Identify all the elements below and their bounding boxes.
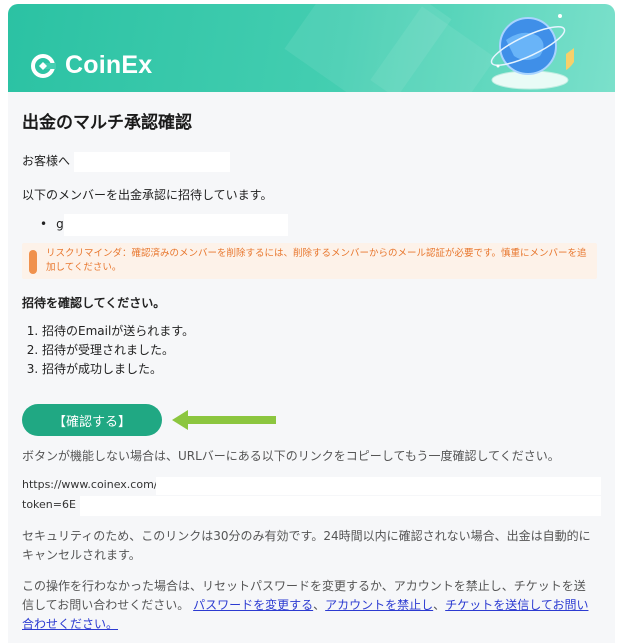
step-item: 招待が受理されました。 xyxy=(42,341,194,360)
steps-list: 招待のEmailが送られます。 招待が受理されました。 招待が成功しました。 xyxy=(22,322,194,379)
confirm-prompt: 招待を確認してください。 xyxy=(22,296,166,310)
footer-separator: 、 xyxy=(433,598,446,612)
fallback-text: ボタンが機能しない場合は、URLバーにある以下のリンクをコピーしてもう一度確認し… xyxy=(22,449,560,463)
warning-bar-icon xyxy=(29,250,37,274)
redacted-link-2 xyxy=(80,496,601,516)
greeting: お客様へ xyxy=(22,154,71,168)
change-password-link[interactable]: パスワードを変更する xyxy=(193,598,313,612)
arrow-left-icon xyxy=(172,410,276,430)
globe-illustration-icon xyxy=(490,14,574,90)
footer-separator: 、 xyxy=(313,598,326,612)
redacted-link-1 xyxy=(156,477,601,495)
page-title: 出金のマルチ承認確認 xyxy=(22,113,192,133)
step-item: 招待のEmailが送られます。 xyxy=(42,322,194,341)
redacted-member xyxy=(64,214,288,236)
footer-text: この操作を行わなかった場合は、リセットパスワードを変更するか、アカウントを禁止し… xyxy=(22,577,597,634)
security-text: セキュリティのため、このリンクは30分のみ有効です。24時間以内に確認されない場… xyxy=(22,529,591,562)
redacted-name xyxy=(74,152,230,172)
header-banner: CoinEx xyxy=(8,4,615,92)
confirm-button[interactable]: 【確認する】 xyxy=(22,404,162,436)
step-item: 招待が成功しました。 xyxy=(42,360,194,379)
member-item: g xyxy=(40,217,64,231)
invite-intro: 以下のメンバーを出金承認に招待しています。 xyxy=(22,188,273,202)
risk-reminder: リスクリマインダ：確認済みのメンバーを削除するには、削除するメンバーからのメール… xyxy=(22,243,597,279)
member-email: g xyxy=(56,217,64,231)
brand-name: CoinEx xyxy=(65,51,153,79)
coinex-logo-icon xyxy=(31,53,56,78)
coinex-logo: CoinEx xyxy=(30,51,152,80)
risk-reminder-text: リスクリマインダ：確認済みのメンバーを削除するには、削除するメンバーからのメール… xyxy=(46,248,587,273)
ban-account-link[interactable]: アカウントを禁止し xyxy=(325,598,433,612)
